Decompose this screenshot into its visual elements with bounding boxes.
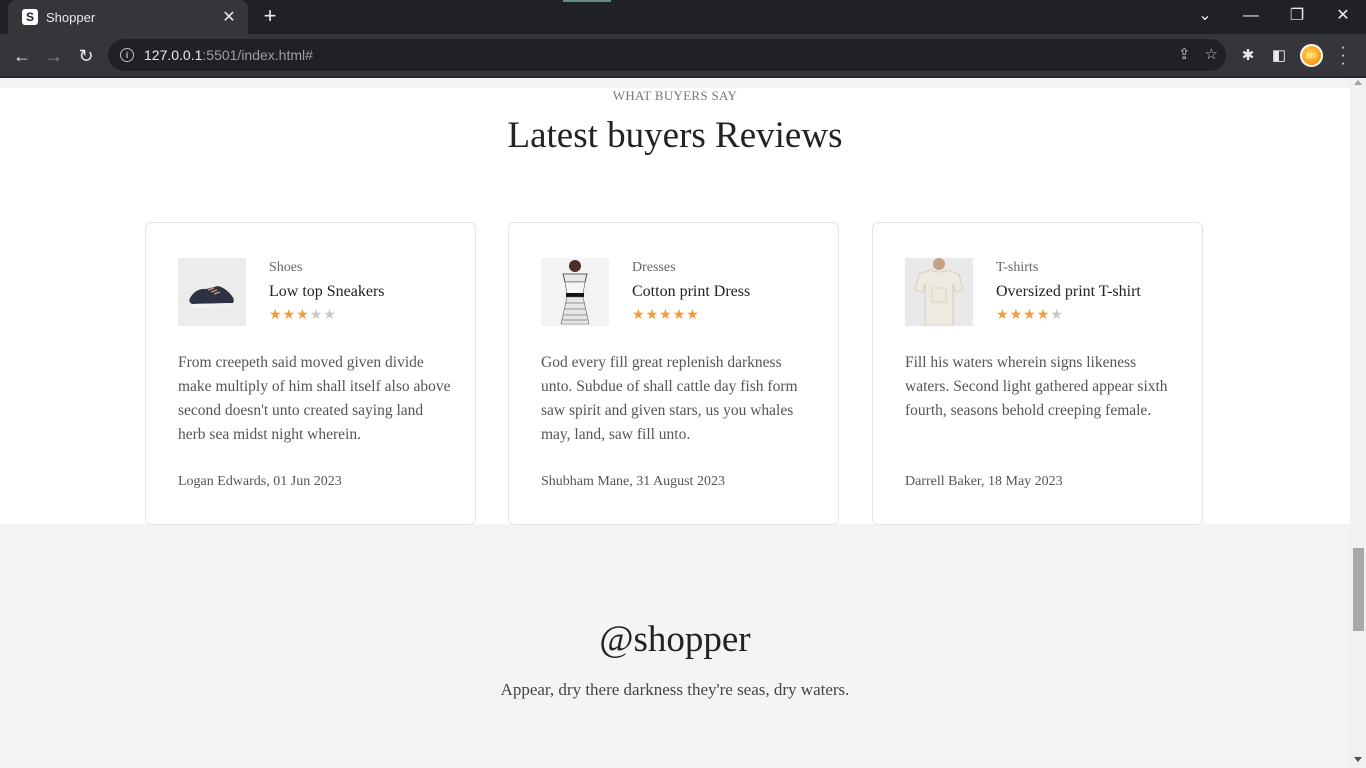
star-icon: ★	[632, 306, 645, 322]
star-icon: ★	[269, 306, 282, 322]
tshirt-image	[905, 258, 973, 326]
review-product-name[interactable]: Low top Sneakers	[269, 283, 385, 301]
star-rating: ★ ★ ★ ★ ★	[632, 307, 699, 321]
review-author: Logan Edwards, 01 Jun 2023	[178, 474, 342, 489]
section-divider	[0, 78, 1350, 88]
review-card: T-shirts Oversized print T-shirt ★ ★ ★ ★ ★ F…	[872, 222, 1203, 525]
star-icon: ★	[672, 306, 686, 322]
star-icon: ★	[282, 306, 296, 322]
star-icon: ★	[659, 306, 672, 322]
review-product-name[interactable]: Oversized print T-shirt	[996, 283, 1141, 301]
minimize-button[interactable]: —	[1236, 4, 1266, 28]
forward-arrow-icon[interactable]: →	[41, 43, 67, 69]
profile-avatar[interactable]: am	[1300, 44, 1323, 67]
star-icon: ★	[323, 306, 336, 322]
section-title: Latest buyers Reviews	[507, 115, 843, 156]
address-bar[interactable]: i 127.0.0.1:5501/index.html# ⇪ ☆	[108, 39, 1226, 71]
review-text: God every fill great replenish darkness …	[541, 354, 798, 443]
page-content: WHAT BUYERS SAY Latest buyers Reviews Sh…	[0, 78, 1350, 768]
back-arrow-icon[interactable]: ←	[9, 43, 35, 69]
url-host: 127.0.0.1	[144, 47, 203, 63]
star-icon: ★	[645, 306, 659, 322]
star-icon: ★	[309, 306, 323, 322]
star-icon: ★	[1036, 306, 1050, 322]
side-panel-icon[interactable]: ◧	[1268, 45, 1290, 67]
extensions-puzzle-icon[interactable]: ✱	[1237, 45, 1259, 67]
tab-title: Shopper	[46, 9, 96, 25]
star-icon: ★	[996, 306, 1009, 322]
tab-search-chevron-icon[interactable]: ⌄	[1190, 4, 1220, 28]
review-card: Dresses Cotton print Dress ★ ★ ★ ★ ★ God eve…	[508, 222, 839, 525]
tab-strip-indicator	[563, 0, 611, 2]
restore-button[interactable]: ❐	[1282, 4, 1312, 28]
review-author: Darrell Baker, 18 May 2023	[905, 474, 1063, 489]
site-info-icon[interactable]: i	[120, 48, 134, 62]
scroll-down-arrow-icon[interactable]	[1354, 757, 1362, 762]
review-category: Shoes	[269, 260, 303, 275]
star-icon: ★	[1050, 306, 1063, 322]
star-icon: ★	[296, 306, 309, 322]
review-card: Shoes Low top Sneakers ★ ★ ★ ★ ★ From creepe…	[145, 222, 476, 525]
section-eyebrow: WHAT BUYERS SAY	[612, 88, 738, 103]
scrollbar-thumb[interactable]	[1353, 548, 1364, 631]
browser-tab-strip: S Shopper ✕ + ⌄ — ❐ ✕	[0, 0, 1366, 34]
url-path: :5501/index.html#	[202, 47, 313, 63]
review-category: Dresses	[632, 260, 676, 275]
bookmark-star-icon[interactable]: ☆	[1205, 45, 1218, 63]
review-category: T-shirts	[996, 260, 1039, 275]
scroll-up-arrow-icon[interactable]	[1354, 80, 1362, 85]
review-author: Shubham Mane, 31 August 2023	[541, 474, 725, 489]
review-text: Fill his waters wherein signs likeness w…	[905, 354, 1168, 419]
brand-subtitle: Appear, dry there darkness they're seas,…	[500, 680, 850, 699]
page-scrollbar[interactable]	[1350, 78, 1366, 768]
sneaker-image	[178, 258, 246, 326]
review-product-name[interactable]: Cotton print Dress	[632, 283, 750, 301]
browser-menu-icon[interactable]: · · ·	[1338, 40, 1348, 72]
browser-toolbar: ← → ↻ i 127.0.0.1:5501/index.html# ⇪ ☆ ✱…	[0, 34, 1366, 77]
brand-handle-title: @shopper	[599, 619, 751, 660]
star-icon: ★	[1009, 306, 1023, 322]
reload-icon[interactable]: ↻	[73, 43, 99, 69]
review-text: From creepeth said moved given divide ma…	[178, 354, 451, 443]
share-icon[interactable]: ⇪	[1178, 45, 1191, 63]
page-viewport: WHAT BUYERS SAY Latest buyers Reviews Sh…	[0, 78, 1366, 768]
browser-tab[interactable]: S Shopper ✕	[8, 0, 248, 34]
close-tab-icon[interactable]: ✕	[220, 7, 238, 27]
site-favicon-icon: S	[22, 9, 38, 25]
new-tab-button[interactable]: +	[258, 5, 282, 29]
star-rating: ★ ★ ★ ★ ★	[996, 307, 1063, 321]
star-icon: ★	[686, 306, 699, 322]
star-icon: ★	[1023, 306, 1036, 322]
star-rating: ★ ★ ★ ★ ★	[269, 307, 336, 321]
close-window-button[interactable]: ✕	[1328, 4, 1358, 28]
dress-image	[541, 258, 609, 326]
